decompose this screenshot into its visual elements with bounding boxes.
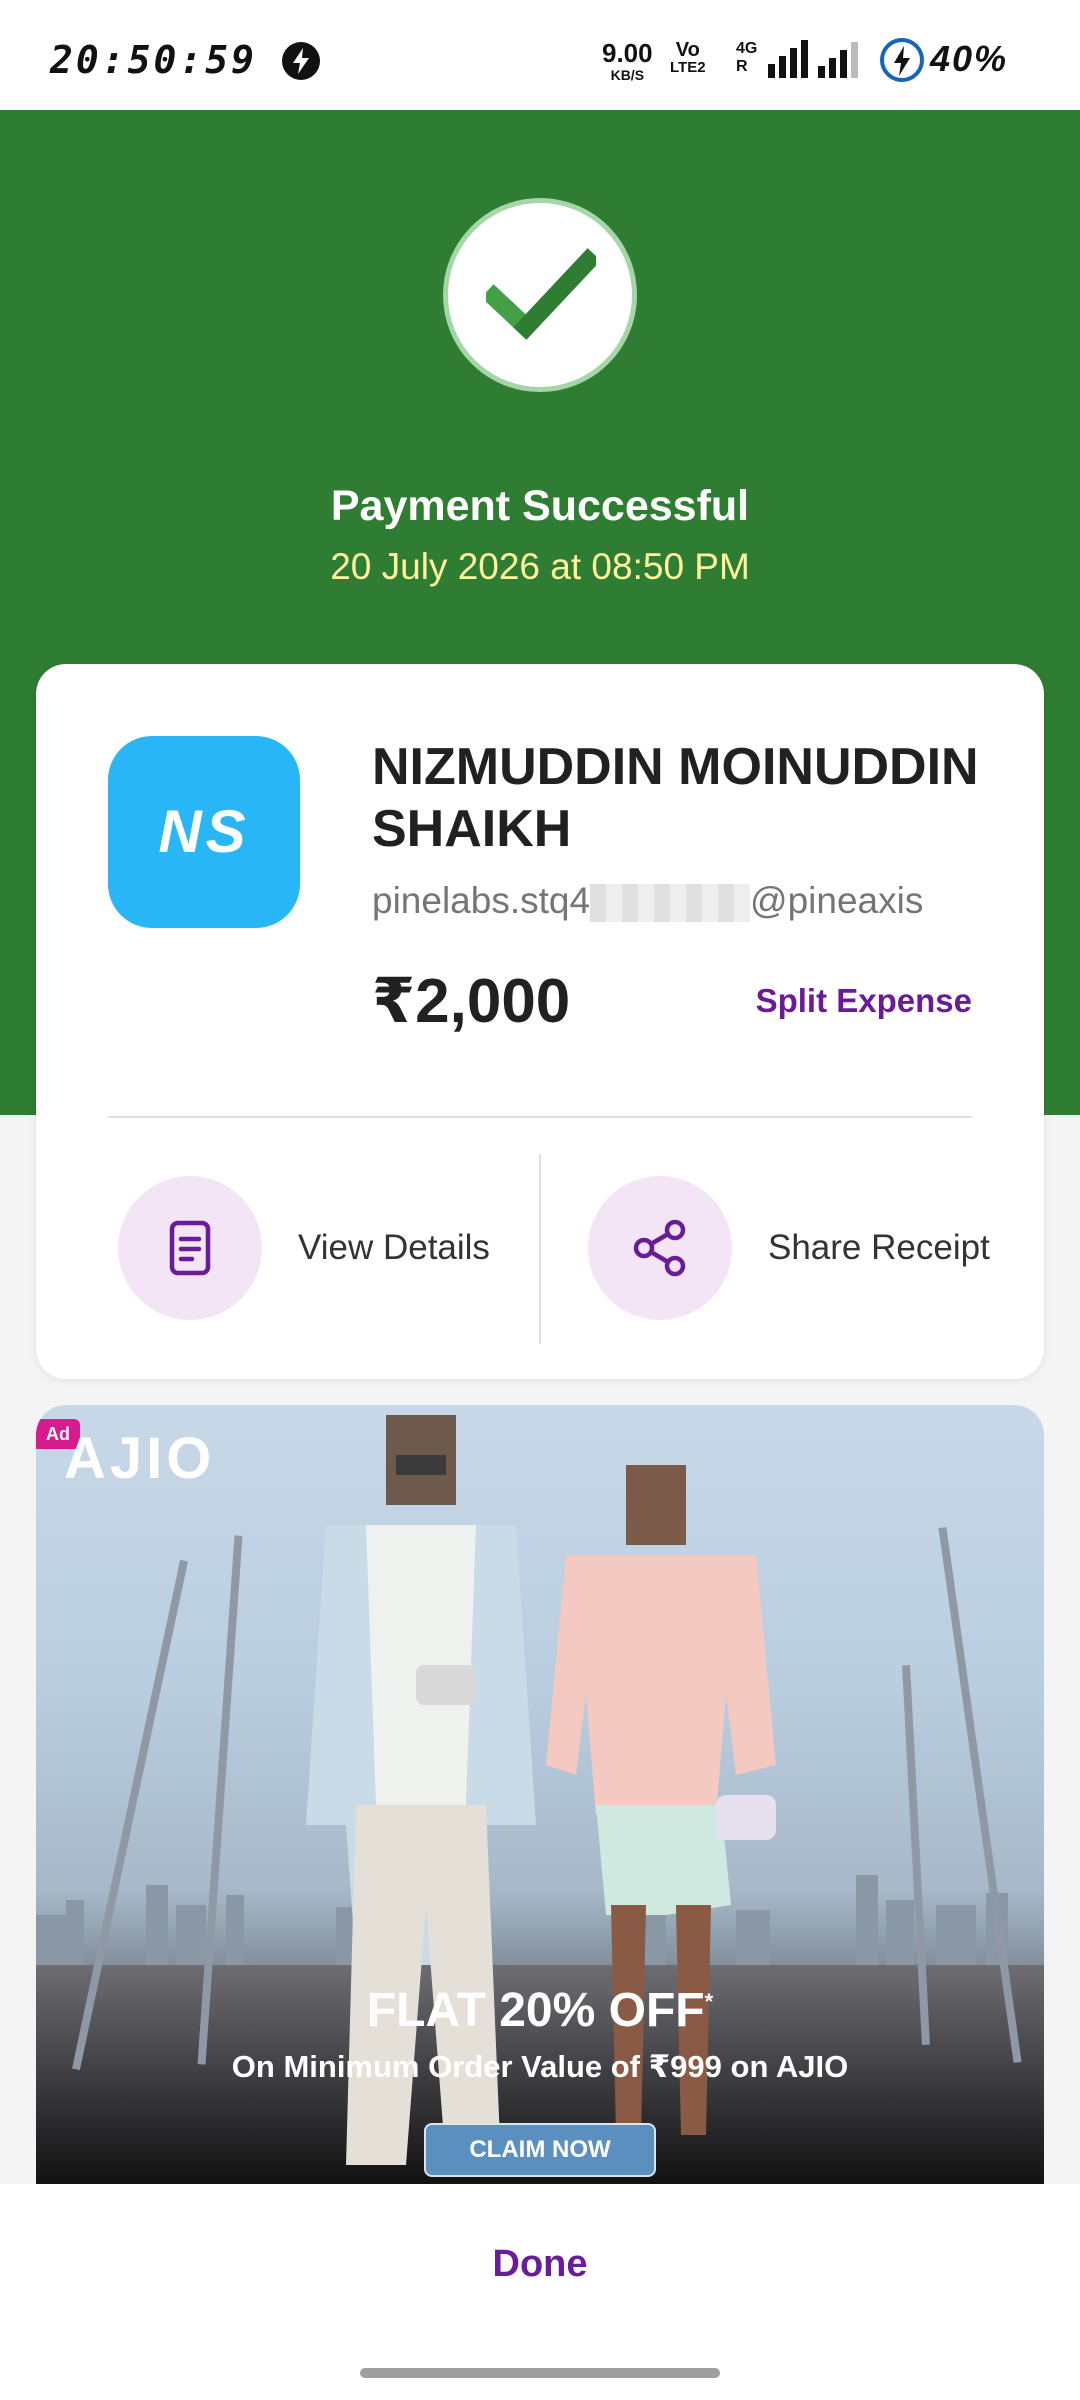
home-indicator[interactable] xyxy=(360,2368,720,2378)
payment-datetime: 20 July 2026 at 08:50 PM xyxy=(330,546,750,587)
upi-redacted-block xyxy=(590,884,751,923)
signal-sim1-icon xyxy=(768,40,808,78)
split-expense-button[interactable]: Split Expense xyxy=(756,982,972,1020)
payee-name: NIZMUDDIN MOINUDDIN SHAIKH xyxy=(372,738,979,859)
ad-banner[interactable]: Ad AJIO FLAT 20% OFF* On Minimum Order V… xyxy=(36,1405,1044,2185)
payment-card: NS NIZMUDDIN MOINUDDIN SHAIKH pinelabs.s… xyxy=(36,664,1044,1379)
ad-offer-subtitle: On Minimum Order Value of ₹999 on AJIO xyxy=(231,2049,849,2084)
ajio-logo: AJIO xyxy=(64,1426,216,1491)
upi-suffix: @pineaxis xyxy=(750,880,924,921)
payee-avatar: NS xyxy=(108,736,300,928)
payee-upi-id: pinelabs.stq4 @pineaxis xyxy=(372,880,992,923)
view-details-label: View Details xyxy=(298,1228,490,1267)
ad-offer-asterisk: * xyxy=(704,1989,714,2014)
network-type-indicator: 4G R xyxy=(736,40,757,75)
ad-offer-title: FLAT 20% OFF* xyxy=(36,1983,1044,2038)
network-speed-unit: KB/S xyxy=(610,67,645,83)
done-button[interactable]: Done xyxy=(390,2214,690,2314)
payment-amount: ₹2,000 xyxy=(372,967,571,1036)
volte-indicator: Vo LTE2 xyxy=(670,40,706,75)
share-receipt-label: Share Receipt xyxy=(768,1228,990,1267)
network-type-top: 4G xyxy=(736,40,758,57)
bottom-bar: Done xyxy=(0,2184,1080,2400)
claim-now-button[interactable]: CLAIM NOW xyxy=(424,2123,656,2177)
success-check-icon xyxy=(443,198,637,392)
network-type-bottom: R xyxy=(736,57,748,75)
charging-notification-icon xyxy=(282,42,320,80)
volte-top: Vo xyxy=(675,39,700,61)
view-details-button[interactable]: View Details xyxy=(118,1176,490,1320)
payee-initials: NS xyxy=(158,798,250,865)
status-time: 20:50:59 xyxy=(50,38,258,82)
share-icon xyxy=(588,1176,732,1320)
network-speed: 9.00 KB/S xyxy=(602,40,653,82)
ad-offer-main: FLAT 20% OFF xyxy=(366,1984,705,2037)
payment-status-title: Payment Successful xyxy=(330,482,750,530)
status-bar: 20:50:59 9.00 KB/S Vo LTE2 4G R 40% xyxy=(0,0,1080,110)
signal-sim2-icon xyxy=(818,40,858,78)
action-divider xyxy=(539,1154,541,1344)
document-icon xyxy=(118,1176,262,1320)
volte-bottom: LTE2 xyxy=(670,59,706,76)
battery-percent: 40% xyxy=(930,38,1009,79)
battery-saver-icon xyxy=(880,38,924,82)
network-speed-value: 9.00 xyxy=(602,38,653,68)
card-divider xyxy=(108,1116,972,1118)
upi-prefix: pinelabs.stq4 xyxy=(372,880,591,921)
share-receipt-button[interactable]: Share Receipt xyxy=(588,1176,990,1320)
